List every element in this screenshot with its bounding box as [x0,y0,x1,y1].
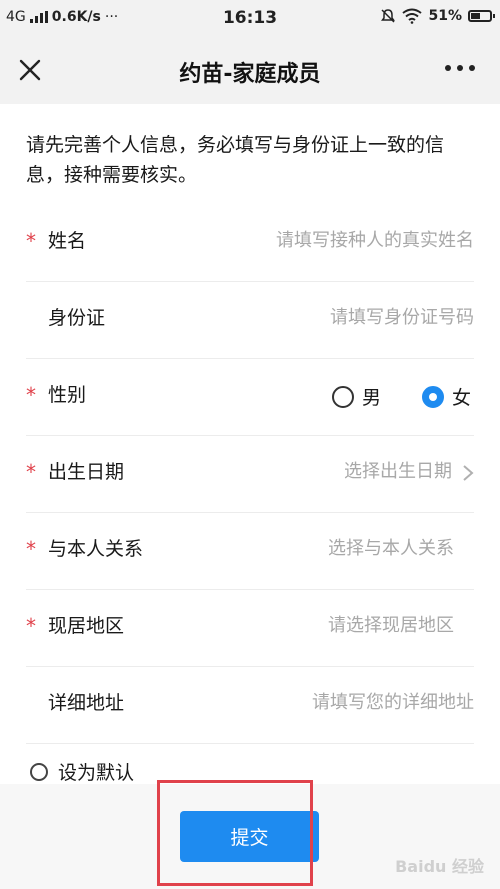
wifi-icon [402,8,423,24]
region-row[interactable]: * 现居地区 请选择现居地区 [26,589,474,667]
radio-unchecked-icon [30,762,48,781]
watermark: Baidu 经验 [395,857,484,876]
address-label: 详细地址 [48,692,125,714]
region-picker[interactable]: 请选择现居地区 [328,611,454,637]
birth-date-row[interactable]: * 出生日期 选择出生日期 [26,435,474,513]
id-card-label: 身份证 [48,307,106,329]
name-input[interactable]: 请填写接种人的真实姓名 [276,226,474,252]
gender-label: 性别 [48,384,87,406]
birth-date-label: 出生日期 [48,461,125,483]
relation-picker[interactable]: 选择与本人关系 [328,534,454,560]
gender-radio-female[interactable]: 女 [422,383,471,410]
address-row[interactable]: 详细地址 请填写您的详细地址 [26,666,474,744]
name-row[interactable]: * 姓名 请填写接种人的真实姓名 [26,204,474,282]
gender-male-label: 男 [362,387,382,409]
gender-female-label: 女 [452,387,472,409]
battery-icon [468,10,495,22]
required-mark: * [26,460,36,484]
page-title: 约苗-家庭成员 [179,62,321,87]
relation-label: 与本人关系 [48,538,144,560]
radio-checked-icon [422,385,444,408]
status-bar: 4G 0.6K/s ··· 16:13 51% [0,0,500,36]
gender-row: * 性别 男 女 [26,358,474,436]
mute-bell-icon [381,9,396,23]
intro-text: 请先完善个人信息，务必填写与身份证上一致的信息，接种需要核实。 [26,134,445,186]
set-default-checkbox[interactable]: 设为默认 [30,758,134,785]
address-input[interactable]: 请填写您的详细地址 [312,688,474,714]
region-label: 现居地区 [48,615,125,637]
gender-radio-male[interactable]: 男 [332,383,381,410]
relation-row[interactable]: * 与本人关系 选择与本人关系 [26,512,474,590]
submit-button[interactable]: 提交 [180,811,319,862]
required-mark: * [26,537,36,561]
birth-date-picker[interactable]: 选择出生日期 [344,457,452,483]
name-label: 姓名 [48,230,87,252]
radio-unchecked-icon [332,385,354,408]
set-default-label: 设为默认 [58,762,135,784]
more-icon[interactable] [442,60,478,76]
required-mark: * [26,229,36,253]
required-mark: * [26,383,36,407]
id-card-row[interactable]: 身份证 请填写身份证号码 [26,281,474,359]
battery-percent: 51% [428,8,462,24]
nav-bar: 约苗-家庭成员 [0,36,500,104]
required-mark: * [26,614,36,638]
chevron-right-icon [463,465,474,481]
status-right: 51% [380,8,495,24]
id-card-input[interactable]: 请填写身份证号码 [330,303,474,329]
